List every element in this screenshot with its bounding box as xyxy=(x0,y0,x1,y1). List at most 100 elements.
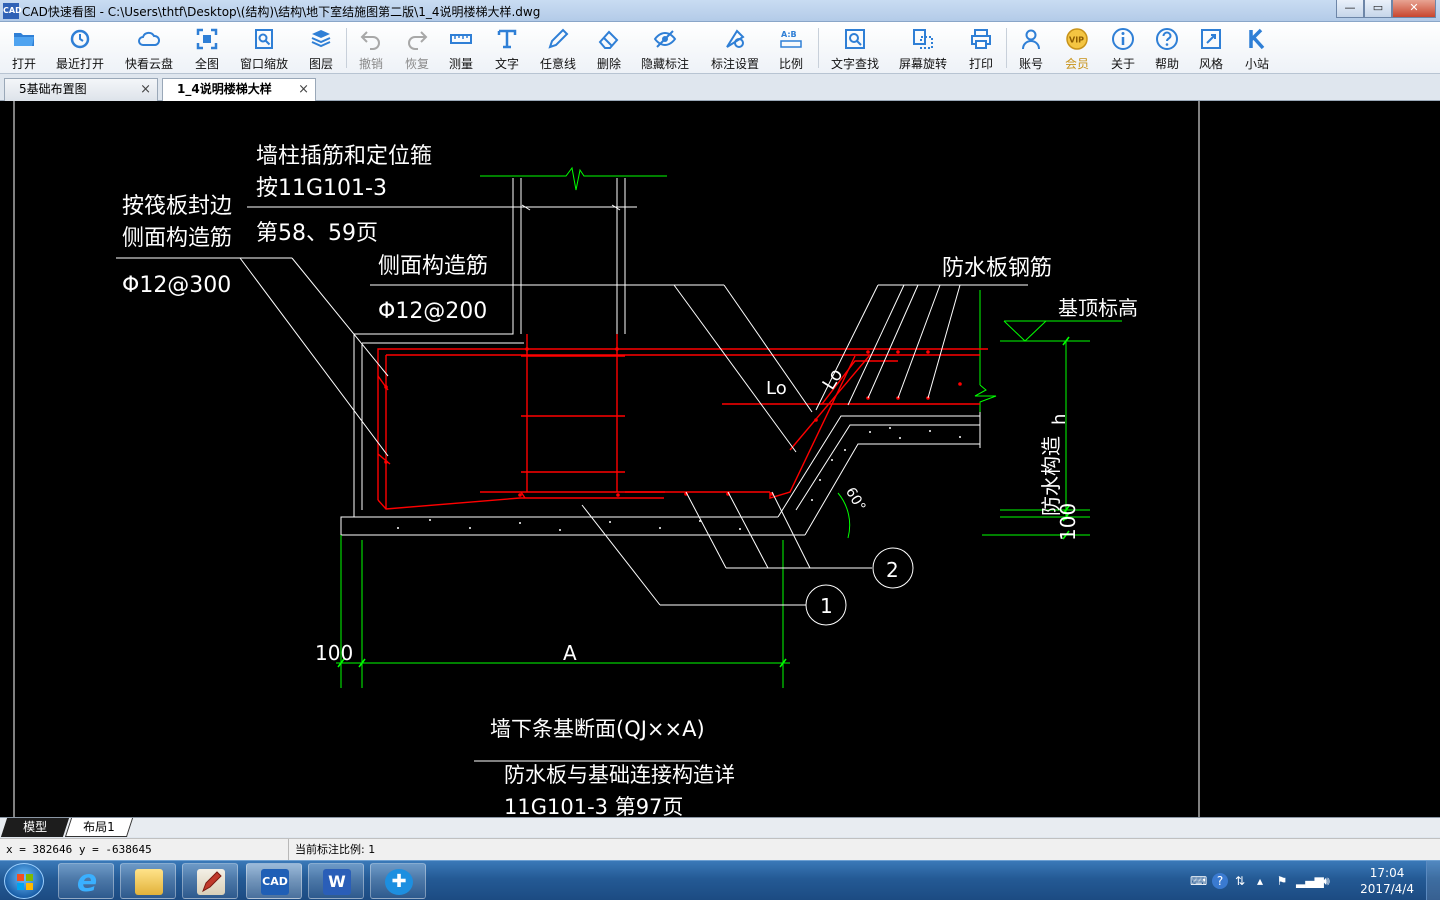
label-dimension-a: A xyxy=(563,641,577,665)
taskbar-cad[interactable]: CAD xyxy=(246,863,302,899)
redo-button[interactable]: 恢复 xyxy=(400,25,434,71)
show-desktop-button[interactable] xyxy=(1426,861,1440,900)
printer-icon xyxy=(971,29,991,49)
clock[interactable]: 17:04 2017/4/4 xyxy=(1360,865,1414,897)
label-waterproof-rebar: 防水板钢筋 xyxy=(942,256,1052,281)
measure-button[interactable]: 测量 xyxy=(444,25,478,71)
layers-button[interactable]: 图层 xyxy=(304,25,338,71)
tab-layout1[interactable]: 布局1 xyxy=(64,818,134,837)
taskbar-editor[interactable] xyxy=(182,863,238,899)
tab-stair-detail[interactable]: 1_4说明楼梯大样 × xyxy=(162,78,316,102)
folder-icon xyxy=(135,869,163,895)
k-icon xyxy=(1249,28,1265,50)
user-icon xyxy=(1022,29,1040,50)
minimize-button[interactable]: — xyxy=(1336,0,1364,18)
text-search-button[interactable]: 文字查找 xyxy=(828,25,882,71)
account-button[interactable]: 账号 xyxy=(1014,25,1048,71)
annotation-settings-icon xyxy=(726,29,745,48)
system-tray: ⌨ ? ⇅ ▴ ⚑ ▂▄▆ 🔊︎ 17:04 2017/4/4 xyxy=(1180,861,1440,900)
label-h: h xyxy=(1049,414,1070,425)
label-wall-column-1: 墙柱插筋和定位箍 xyxy=(256,144,432,169)
fullview-button[interactable]: 全图 xyxy=(190,25,224,71)
label-wall-column-3: 第58、59页 xyxy=(256,221,378,246)
hide-annotation-button[interactable]: 隐藏标注 xyxy=(638,25,692,71)
label-raft-spec: Φ12@300 xyxy=(122,273,231,298)
delete-button[interactable]: 删除 xyxy=(592,25,626,71)
callout-label-2: 2 xyxy=(886,558,899,582)
caption-section: 墙下条基断面(QJ××A) xyxy=(490,717,705,741)
app-logo-icon: CAD xyxy=(3,3,22,19)
folder-icon xyxy=(14,33,34,46)
mini-site-button[interactable]: 小站 xyxy=(1240,25,1274,71)
history-icon xyxy=(70,29,90,49)
taskbar-feiq[interactable]: ✚ xyxy=(370,863,426,899)
chevron-up-icon[interactable]: ▴ xyxy=(1252,873,1268,889)
cloud-button[interactable]: 快看云盘 xyxy=(122,25,176,71)
svg-text:VIP: VIP xyxy=(1069,36,1084,45)
text-search-icon xyxy=(845,29,865,49)
windows-taskbar: e CAD W ✚ ⌨ ? ⇅ ▴ ⚑ ▂▄▆ 🔊︎ 17:04 2017/4/… xyxy=(0,860,1440,900)
text-icon xyxy=(497,29,517,49)
help-button[interactable]: 帮助 xyxy=(1150,25,1184,71)
freeline-button[interactable]: 任意线 xyxy=(536,25,580,71)
close-button[interactable]: ✕ xyxy=(1392,0,1436,18)
window-zoom-button[interactable]: 窗口缩放 xyxy=(238,25,290,71)
concrete-outline xyxy=(340,178,981,536)
caption-reference: 11G101-3 第97页 xyxy=(504,795,683,817)
style-button[interactable]: 风格 xyxy=(1194,25,1228,71)
scale-button[interactable]: A:B 比例 xyxy=(774,25,808,71)
flag-alert-icon[interactable]: ⚑ xyxy=(1274,873,1290,889)
vip-icon: VIP xyxy=(1066,28,1088,50)
measure-icon xyxy=(450,34,472,44)
fullview-icon xyxy=(196,28,218,50)
drawing-canvas[interactable]: 墙柱插筋和定位箍 按11G101-3 第58、59页 按筏板封边 侧面构造筋 Φ… xyxy=(0,101,1440,817)
tab-model[interactable]: 模型 xyxy=(0,818,70,837)
tab-close-icon[interactable]: × xyxy=(140,79,151,100)
eye-hidden-icon xyxy=(653,30,677,48)
help-tray-icon[interactable]: ? xyxy=(1212,873,1228,889)
open-button[interactable]: 打开 xyxy=(6,25,42,71)
label-side-rebar: 侧面构造筋 xyxy=(378,254,488,279)
label-raft-edge-1: 按筏板封边 xyxy=(122,194,232,219)
toolbar-divider xyxy=(1006,28,1007,68)
recent-button[interactable]: 最近打开 xyxy=(54,25,106,71)
info-icon xyxy=(1112,28,1134,50)
document-tabs: 5基础布置图 × 1_4说明楼梯大样 × xyxy=(0,75,1440,102)
tab-close-icon[interactable]: × xyxy=(298,79,309,100)
style-icon xyxy=(1201,29,1221,49)
label-waterproof-100: 100 xyxy=(1056,503,1080,541)
start-button[interactable] xyxy=(4,863,44,899)
cloud-icon xyxy=(138,31,161,46)
rotate-screen-button[interactable]: 屏幕旋转 xyxy=(896,25,950,71)
label-lo-1: Lo xyxy=(766,378,787,399)
pencil-icon xyxy=(197,869,225,895)
taskbar-explorer[interactable] xyxy=(120,863,176,899)
caption-detail: 防水板与基础连接构造详 xyxy=(504,763,735,787)
volume-icon[interactable]: 🔊︎ xyxy=(1318,873,1334,889)
label-dimension-100: 100 xyxy=(315,641,353,665)
taskbar-ie[interactable]: e xyxy=(58,863,114,899)
rebar xyxy=(377,334,988,510)
maximize-button[interactable]: ▭ xyxy=(1364,0,1392,18)
label-side-spec: Φ12@200 xyxy=(378,299,487,324)
about-button[interactable]: 关于 xyxy=(1106,25,1140,71)
annotation-settings-button[interactable]: 标注设置 xyxy=(708,25,762,71)
taskbar-word[interactable]: W xyxy=(308,863,364,899)
text-button[interactable]: 文字 xyxy=(490,25,524,71)
ime-icon[interactable]: ⇅ xyxy=(1232,873,1248,889)
pencil-icon xyxy=(548,28,569,49)
annotation-scale: 当前标注比例: 1 xyxy=(288,839,375,860)
network-icon[interactable]: ▂▄▆ xyxy=(1296,873,1324,889)
keyboard-icon[interactable]: ⌨ xyxy=(1190,873,1207,889)
vip-button[interactable]: VIP 会员 xyxy=(1060,25,1094,71)
callout-label-1: 1 xyxy=(820,594,833,618)
tab-foundation-plan[interactable]: 5基础布置图 × xyxy=(4,78,158,101)
main-toolbar: 打开 最近打开 快看云盘 全图 窗口缩放 图层 撤销 恢复 测量 文字 任意线 xyxy=(0,22,1440,74)
eraser-icon xyxy=(598,30,619,49)
label-angle: 60° xyxy=(842,485,868,515)
leader-lines xyxy=(116,204,1028,762)
title-bar: CAD CAD快速看图 - C:\Users\thtf\Desktop\(结构)… xyxy=(0,0,1440,22)
undo-button[interactable]: 撤销 xyxy=(354,25,388,71)
help-icon xyxy=(1156,28,1178,50)
print-button[interactable]: 打印 xyxy=(964,25,998,71)
